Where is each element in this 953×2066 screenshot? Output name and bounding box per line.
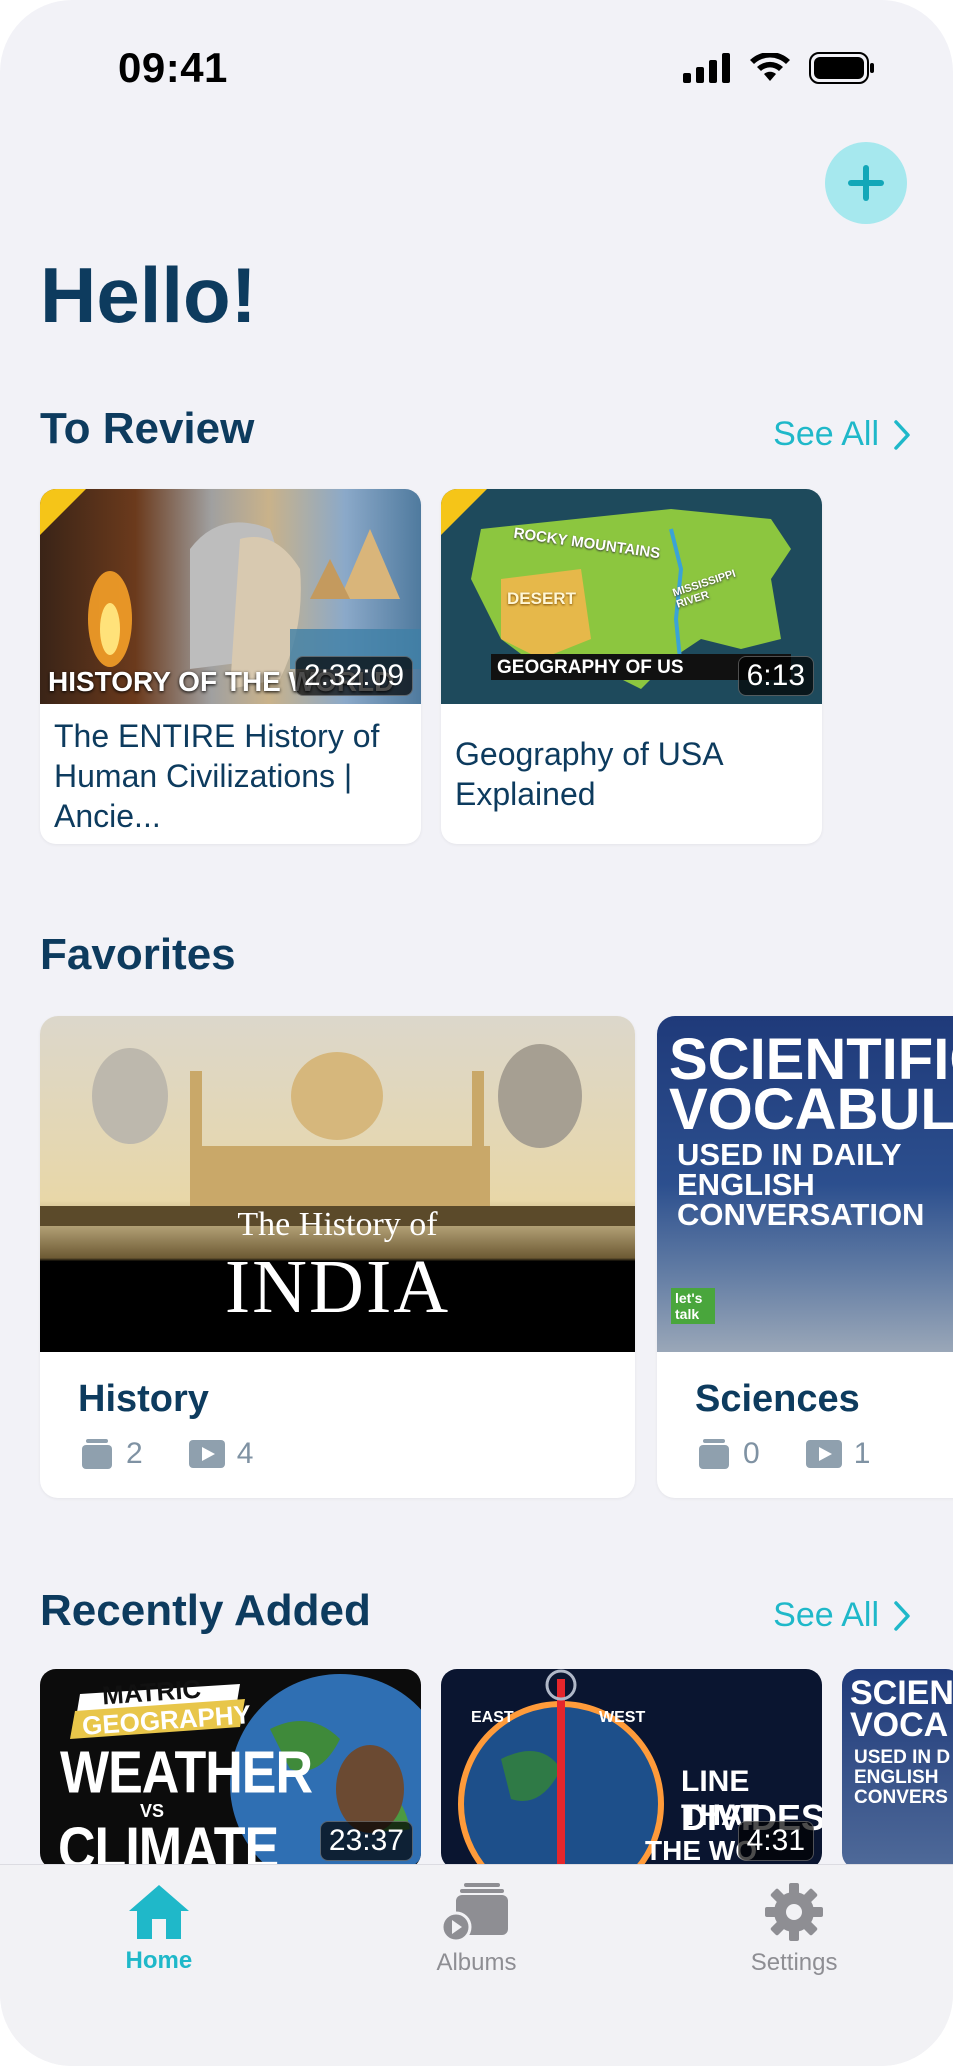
video-duration: 2:32:09	[294, 656, 413, 696]
tab-settings[interactable]: Settings	[694, 1865, 894, 2066]
favorites-list: The History of INDIA History 2 4 SCIENTI…	[40, 1016, 953, 1498]
to-review-title: To Review	[40, 404, 255, 453]
video-thumbnail: HISTORY OF THE WORLD 2:32:09	[40, 489, 421, 704]
thumb-label: ENGLISH	[854, 1767, 939, 1788]
album-thumbnail: The History of INDIA	[40, 1016, 635, 1352]
thumbnail-caption: GEOGRAPHY OF US	[497, 657, 684, 678]
video-duration: 23:37	[319, 1821, 413, 1861]
album-name: History	[78, 1378, 209, 1420]
favorites-title: Favorites	[40, 930, 236, 979]
album-stats: 0 1	[657, 1421, 953, 1471]
chevron-right-icon	[894, 419, 910, 450]
album-thumbnail: SCIENTIFIC VOCABULARY USED IN DAILY ENGL…	[657, 1016, 953, 1352]
thumb-label: CONVERS	[854, 1787, 948, 1808]
recently-added-see-all-button[interactable]: See All	[773, 1596, 911, 1635]
album-card-history[interactable]: The History of INDIA History 2 4	[40, 1016, 635, 1498]
video-count-value: 1	[853, 1437, 871, 1470]
stack-icon	[82, 1439, 112, 1469]
video-icon	[805, 1440, 842, 1468]
thumb-headline: CLIMATE	[58, 1815, 279, 1869]
album-thumb-headline: INDIA	[224, 1245, 451, 1329]
album-card-sciences[interactable]: SCIENTIFIC VOCABULARY USED IN DAILY ENGL…	[657, 1016, 953, 1498]
video-count: 4	[188, 1437, 254, 1471]
battery-icon	[809, 52, 874, 84]
video-title: Geography of USA Explained	[455, 736, 722, 812]
tab-label: Home	[125, 1947, 193, 1974]
video-duration: 6:13	[737, 656, 814, 696]
video-title: The ENTIRE History of Human Civilization…	[54, 718, 380, 834]
video-card[interactable]: ROCKY MOUNTAINS DESERT MISSISSIPPI RIVER…	[441, 489, 822, 844]
tab-label: Albums	[436, 1949, 517, 1976]
cellular-signal-icon	[683, 53, 730, 83]
see-all-label: See All	[773, 415, 879, 453]
add-button[interactable]	[825, 142, 907, 224]
unreviewed-flag	[40, 489, 86, 535]
chevron-right-icon	[894, 1600, 910, 1631]
to-review-list: HISTORY OF THE WORLD 2:32:09 The ENTIRE …	[40, 489, 822, 844]
video-duration: 4:31	[737, 1821, 814, 1861]
video-card[interactable]: HISTORY OF THE WORLD 2:32:09 The ENTIRE …	[40, 489, 421, 844]
album-name: Sciences	[695, 1378, 860, 1420]
folder-count: 2	[80, 1437, 143, 1471]
thumb-headline: SCIEN	[850, 1674, 953, 1712]
folder-count: 0	[697, 1437, 760, 1471]
thumb-label: WEST	[599, 1709, 646, 1726]
album-thumb-caption: USED IN DAILY ENGLISH CONVERSATION	[677, 1137, 925, 1232]
status-icons	[683, 52, 875, 84]
wifi-icon	[750, 53, 790, 81]
video-card[interactable]: SCIEN VOCA USED IN D ENGLISH CONVERS	[842, 1669, 953, 1869]
video-icon	[188, 1440, 225, 1468]
thumb-headline: VOCA	[850, 1706, 949, 1744]
album-thumb-caption: The History of	[237, 1206, 438, 1243]
house-icon	[128, 1885, 189, 1939]
stack-icon	[699, 1439, 729, 1469]
unreviewed-flag	[441, 489, 487, 535]
to-review-see-all-button[interactable]: See All	[773, 415, 911, 454]
plus-icon	[848, 165, 884, 201]
thumb-label: USED IN D	[854, 1747, 951, 1768]
see-all-label: See All	[773, 1596, 879, 1634]
thumb-label: EAST	[471, 1709, 514, 1726]
albums-icon	[440, 1883, 509, 1943]
video-count-value: 4	[236, 1437, 254, 1470]
tab-bar: Home Albums Settings	[0, 1864, 953, 2066]
recently-added-list: MATRIC GEOGRAPHY WEATHER VS CLIMATE 23:3…	[40, 1669, 953, 1869]
tab-home[interactable]: Home	[59, 1865, 259, 2066]
album-thumb-badge: let's talk	[671, 1288, 715, 1324]
status-time: 09:41	[118, 44, 228, 91]
video-thumbnail: ROCKY MOUNTAINS DESERT MISSISSIPPI RIVER…	[441, 489, 822, 704]
folder-count-value: 2	[126, 1437, 143, 1470]
video-card[interactable]: EAST WEST LINE THAT DIVIDES THE WO 4:31	[441, 1669, 822, 1869]
video-card[interactable]: MATRIC GEOGRAPHY WEATHER VS CLIMATE 23:3…	[40, 1669, 421, 1869]
video-count: 1	[805, 1437, 871, 1471]
tab-albums[interactable]: Albums	[376, 1865, 576, 2066]
gear-icon	[765, 1883, 824, 1941]
recently-added-title: Recently Added	[40, 1586, 371, 1635]
tab-label: Settings	[750, 1949, 838, 1976]
map-label: DESERT	[507, 589, 576, 608]
page-title: Hello!	[40, 251, 257, 339]
app-screen: 09:41 Hello! To Review See All HISTORY O…	[0, 0, 953, 2066]
album-thumb-headline: VOCABULARY	[669, 1077, 953, 1142]
folder-count-value: 0	[743, 1437, 760, 1470]
album-stats: 2 4	[40, 1421, 635, 1471]
thumb-headline: WEATHER	[60, 1739, 313, 1807]
